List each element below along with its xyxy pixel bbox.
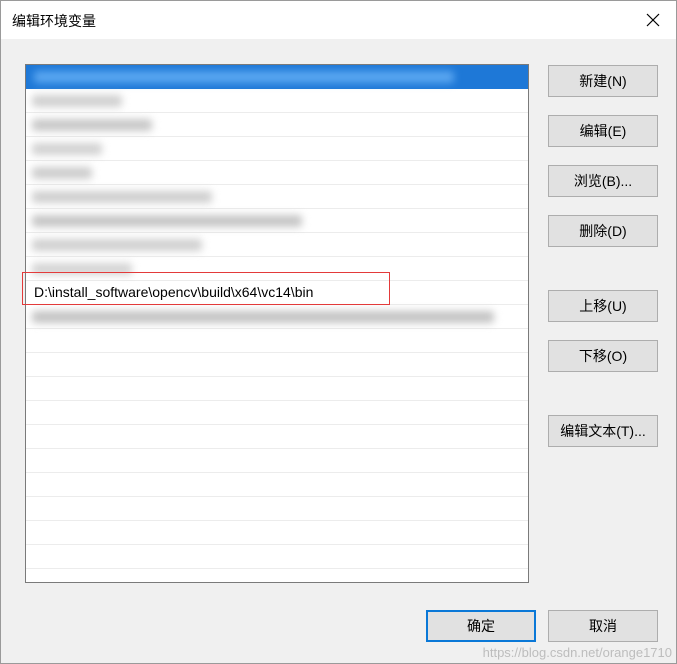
blurred-entry [32,239,202,251]
list-item-empty[interactable] [26,377,528,401]
blurred-entry [32,95,122,107]
close-icon [646,13,660,27]
blurred-entry [32,191,212,203]
blurred-entry [32,263,132,275]
list-item-empty[interactable] [26,353,528,377]
list-item-selected[interactable] [26,65,528,89]
list-item-empty[interactable] [26,521,528,545]
path-list[interactable]: D:\install_software\opencv\build\x64\vc1… [25,64,529,583]
blurred-entry [32,143,102,155]
edit-button[interactable]: 编辑(E) [548,115,658,147]
blurred-entry [34,71,454,83]
cancel-button[interactable]: 取消 [548,610,658,642]
edit-env-variable-dialog: 编辑环境变量 D:\install_software\opencv\build\… [0,0,677,664]
list-item-empty[interactable] [26,329,528,353]
blurred-entry [32,311,494,323]
list-item[interactable] [26,209,528,233]
list-item-empty[interactable] [26,545,528,569]
list-item-empty[interactable] [26,425,528,449]
list-item[interactable] [26,161,528,185]
path-text: D:\install_software\opencv\build\x64\vc1… [34,284,314,300]
list-item[interactable] [26,137,528,161]
ok-button[interactable]: 确定 [426,610,536,642]
blurred-entry [32,167,92,179]
list-item[interactable] [26,233,528,257]
list-item[interactable] [26,89,528,113]
title-bar: 编辑环境变量 [1,1,676,39]
delete-button[interactable]: 删除(D) [548,215,658,247]
move-up-button[interactable]: 上移(U) [548,290,658,322]
list-item[interactable] [26,185,528,209]
blurred-entry [32,215,302,227]
watermark: https://blog.csdn.net/orange1710 [482,645,672,660]
new-button[interactable]: 新建(N) [548,65,658,97]
list-item-empty[interactable] [26,401,528,425]
list-item-empty[interactable] [26,449,528,473]
move-down-button[interactable]: 下移(O) [548,340,658,372]
list-item-opencv-bin[interactable]: D:\install_software\opencv\build\x64\vc1… [26,281,528,305]
list-item-empty[interactable] [26,473,528,497]
browse-button[interactable]: 浏览(B)... [548,165,658,197]
list-item[interactable] [26,113,528,137]
window-title: 编辑环境变量 [12,13,96,29]
list-item[interactable] [26,257,528,281]
edit-text-button[interactable]: 编辑文本(T)... [548,415,658,447]
blurred-entry [32,119,152,131]
list-item-empty[interactable] [26,497,528,521]
list-item[interactable] [26,305,528,329]
close-button[interactable] [630,1,676,39]
